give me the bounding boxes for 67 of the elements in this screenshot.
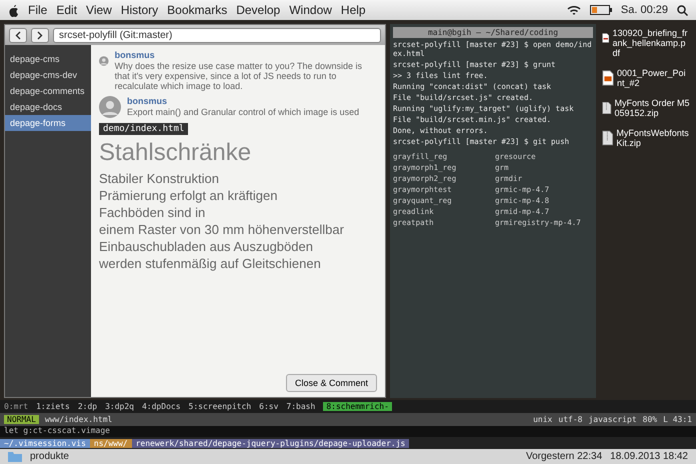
text-line: Stabiler Konstruktion bbox=[99, 171, 220, 186]
address-field[interactable]: srcset-polyfill (Git:master) bbox=[53, 28, 381, 42]
comment-text: Export main() and Granular control of which image is used bbox=[127, 107, 360, 117]
menu-item[interactable]: Edit bbox=[56, 3, 78, 17]
tmux-window-tab[interactable]: 8:schemmrich- bbox=[323, 402, 392, 411]
close-comment-button[interactable]: Close & Comment bbox=[286, 374, 377, 392]
session-name: 0:mrt bbox=[4, 402, 28, 411]
status-text: unix bbox=[533, 415, 552, 424]
comment-author[interactable]: bonsmus bbox=[114, 50, 377, 60]
text-line: einem Raster von 30 mm höhenverstellbar bbox=[99, 222, 345, 237]
path-segment: renewerk/shared/depage-jquery-plugins/depage-uploader.js bbox=[132, 438, 410, 448]
tmux-window-tab[interactable]: 5:screenpitch bbox=[188, 402, 252, 411]
search-icon bbox=[677, 4, 688, 16]
archive-file-icon bbox=[602, 128, 614, 148]
menu-item[interactable]: History bbox=[120, 3, 158, 17]
sidebar-item[interactable]: depage-cms-dev bbox=[5, 67, 91, 83]
menu-item[interactable]: Develop bbox=[236, 3, 280, 17]
session-file: ~/.vimsession.vis bbox=[0, 438, 90, 448]
menu-item[interactable]: File bbox=[28, 3, 48, 17]
status-text: L 43:1 bbox=[663, 415, 692, 424]
chevron-right-icon bbox=[37, 30, 43, 40]
menu-item[interactable]: Help bbox=[340, 3, 366, 17]
tmux-window-tab[interactable]: 3:dp2q bbox=[105, 402, 134, 411]
wifi-icon bbox=[566, 4, 581, 16]
tmux-window-tab[interactable]: 7:bash bbox=[286, 402, 316, 411]
tmux-window-tab[interactable]: 2:dp bbox=[78, 402, 98, 411]
file-name[interactable]: MyFonts Order M5059152.zip bbox=[614, 98, 690, 118]
sidebar-item[interactable]: depage-cms bbox=[5, 51, 91, 67]
clock-text: Sa. 00:29 bbox=[620, 4, 668, 16]
sidebar-item[interactable]: depage-comments bbox=[5, 83, 91, 99]
mode-indicator: NORMAL bbox=[4, 415, 39, 424]
text-line: Prämierung erfolgt an kräftigen bbox=[99, 188, 278, 203]
folder-name[interactable]: produkte bbox=[30, 451, 69, 462]
file-name[interactable]: 0001_Power_Point_#2 bbox=[617, 68, 690, 88]
text-line: Einbauschubladen aus Auszugböden bbox=[99, 239, 314, 254]
menu-item[interactable]: View bbox=[86, 3, 112, 17]
tmux-window-tab[interactable]: 6:sv bbox=[259, 402, 278, 411]
text-line: werden stufenmäßig auf Gleitschienen bbox=[99, 256, 322, 271]
menu-item[interactable]: Bookmarks bbox=[167, 3, 228, 17]
status-text: javascript bbox=[588, 415, 637, 424]
document-file-icon bbox=[602, 68, 614, 88]
created-date: 18.09.2013 18:42 bbox=[610, 451, 688, 462]
status-text: utf-8 bbox=[558, 415, 582, 424]
editor-filename: demo/index.html bbox=[99, 123, 188, 135]
text-line: Fachböden sind in bbox=[99, 205, 206, 220]
avatar-icon bbox=[99, 96, 121, 118]
path-segment: ns/www/ bbox=[90, 438, 132, 448]
back-button[interactable] bbox=[9, 28, 27, 42]
menu-item[interactable]: Window bbox=[289, 3, 332, 17]
file-name[interactable]: 130920_briefing_frank_hellenkamp.pdf bbox=[612, 28, 690, 58]
page-heading: Stahlschränke bbox=[99, 139, 252, 167]
status-text: 80% bbox=[642, 415, 658, 424]
sidebar-item[interactable]: depage-forms bbox=[5, 115, 91, 131]
tmux-window-tab[interactable]: 4:dpDocs bbox=[142, 402, 181, 411]
forward-button[interactable] bbox=[31, 28, 49, 42]
folder-icon bbox=[8, 451, 22, 462]
comment-text: Why does the resize use case matter to you? The downside is that it's very expensive, since a lot of JS needs to run to recalculate which image to load. bbox=[114, 61, 364, 91]
battery-icon bbox=[590, 5, 612, 15]
file-path: www/index.html bbox=[44, 415, 112, 424]
modified-date: Vorgestern 22:34 bbox=[526, 451, 602, 462]
file-name[interactable]: MyFontsWebfontsKit.zip bbox=[616, 128, 690, 148]
chevron-left-icon bbox=[15, 30, 21, 40]
sidebar-item[interactable]: depage-docs bbox=[5, 99, 91, 115]
tmux-window-tab[interactable]: 1:ziets bbox=[36, 402, 70, 411]
terminal-title: main@bgih — ~/Shared/coding bbox=[393, 27, 593, 38]
apple-icon bbox=[8, 4, 19, 16]
comment-author[interactable]: bonsmus bbox=[127, 96, 360, 106]
